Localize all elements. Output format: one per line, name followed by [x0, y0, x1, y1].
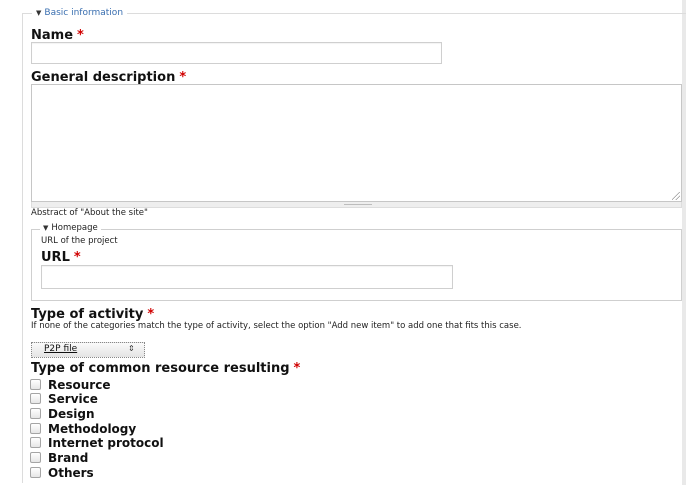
url-label-text: URL [41, 250, 70, 265]
homepage-legend-text: Homepage [51, 223, 98, 233]
checkbox-option-resource[interactable]: Resource [30, 378, 110, 392]
name-input[interactable] [31, 42, 442, 64]
required-marker: * [179, 70, 187, 85]
activity-help-text: If none of the categories match the type… [31, 321, 522, 331]
grippie-line [344, 204, 372, 205]
description-help-text: Abstract of "About the site" [31, 208, 148, 218]
resource-type-label-text: Type of common resource resulting [31, 361, 290, 376]
checkbox-label: Service [48, 392, 98, 406]
homepage-help-text: URL of the project [41, 236, 118, 246]
checkbox-label: Design [48, 407, 95, 421]
url-input[interactable] [41, 265, 453, 289]
checkbox-option-others[interactable]: Others [30, 466, 94, 480]
required-marker: * [293, 361, 301, 376]
checkbox-option-service[interactable]: Service [30, 392, 98, 406]
checkbox[interactable] [30, 467, 41, 478]
updown-arrows-icon: ⇕ [128, 344, 135, 353]
checkbox-option-internet-protocol[interactable]: Internet protocol [30, 436, 164, 450]
checkbox[interactable] [30, 408, 41, 419]
checkbox-label: Brand [48, 451, 89, 465]
activity-select-value: P2P file [44, 344, 78, 354]
checkbox[interactable] [30, 379, 41, 390]
collapse-triangle-icon: ▼ [36, 9, 42, 17]
name-label: Name * [31, 28, 84, 43]
checkbox-option-brand[interactable]: Brand [30, 451, 88, 465]
required-marker: * [77, 28, 84, 43]
checkbox-option-methodology[interactable]: Methodology [30, 422, 136, 436]
homepage-legend[interactable]: ▼ Homepage [40, 223, 101, 233]
required-marker: * [73, 250, 81, 265]
general-description-textarea[interactable] [31, 84, 682, 202]
general-description-label: General description * [31, 70, 186, 85]
resource-type-label: Type of common resource resulting * [31, 361, 300, 376]
basic-information-legend[interactable]: ▼ Basic information [32, 8, 128, 18]
general-description-label-text: General description [31, 70, 176, 85]
checkbox[interactable] [30, 393, 41, 404]
type-of-activity-label: Type of activity * [31, 307, 154, 322]
checkbox-label: Internet protocol [48, 436, 164, 450]
activity-select[interactable]: P2P file ⇕ [31, 342, 145, 358]
checkbox-label: Methodology [48, 422, 137, 436]
checkbox-option-design[interactable]: Design [30, 407, 95, 421]
checkbox[interactable] [30, 452, 41, 463]
url-label: URL * [41, 250, 81, 265]
name-label-text: Name [31, 28, 74, 43]
resize-grip-icon[interactable] [672, 192, 680, 200]
checkbox[interactable] [30, 437, 41, 448]
collapse-triangle-icon: ▼ [43, 224, 49, 232]
checkbox-label: Others [48, 466, 94, 480]
checkbox-label: Resource [48, 378, 111, 392]
type-of-activity-label-text: Type of activity [31, 307, 144, 322]
basic-information-legend-text: Basic information [44, 8, 124, 18]
checkbox[interactable] [30, 423, 41, 434]
required-marker: * [147, 307, 155, 322]
